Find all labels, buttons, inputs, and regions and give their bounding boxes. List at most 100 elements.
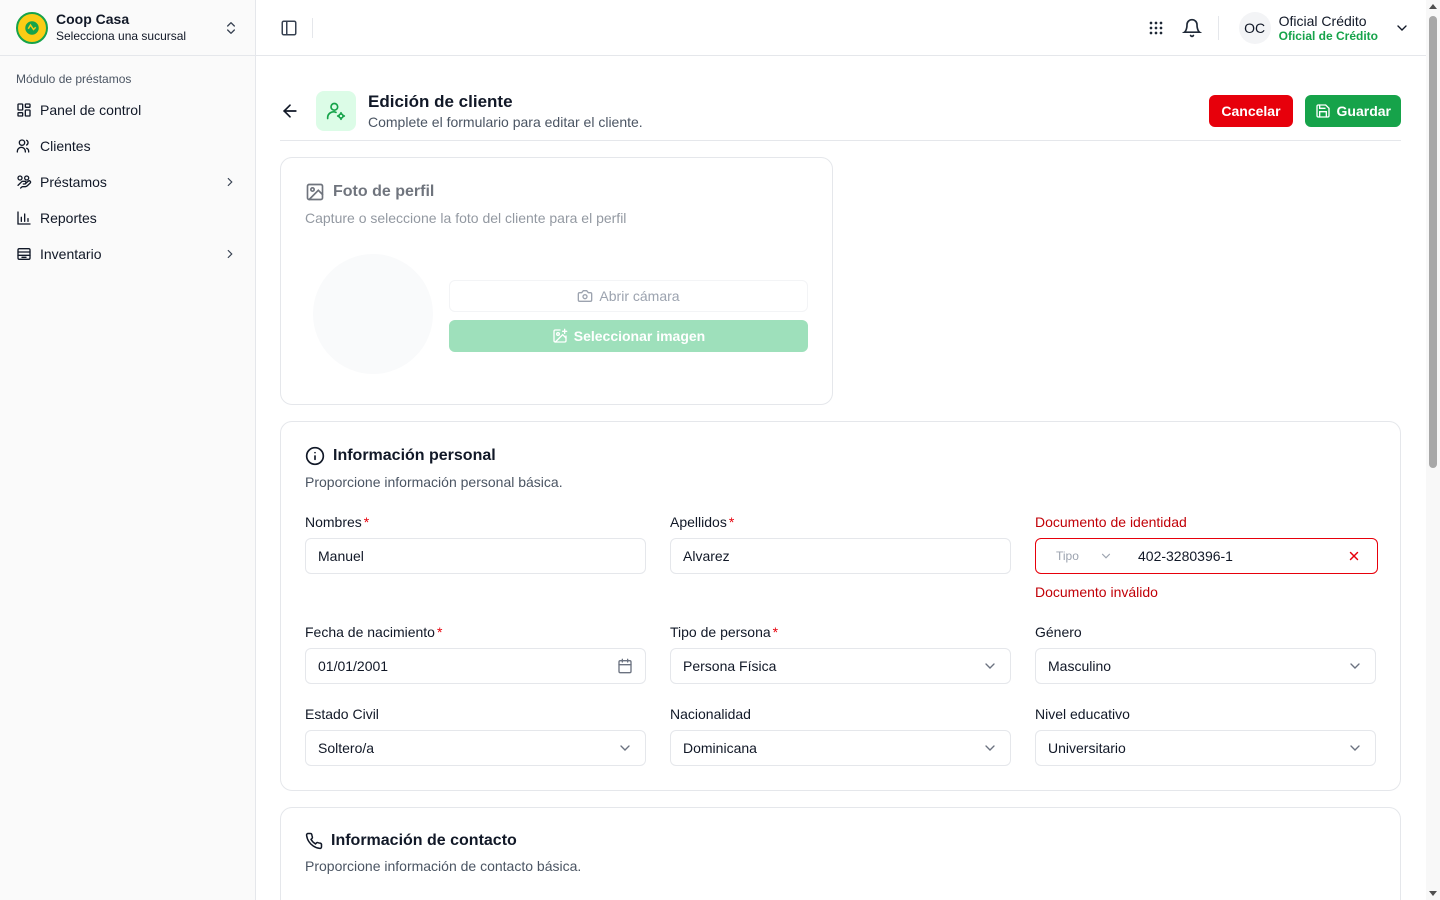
documento-field: Documento de identidad Tipo 402-3280396-… [1035,514,1378,600]
nivel-educativo-field: Nivel educativo Universitario [1035,706,1376,766]
camera-icon [577,288,593,304]
nombres-label-text: Nombres [305,514,362,530]
tipo-persona-label: Tipo de persona * [670,624,1011,642]
nacionalidad-select[interactable]: Dominicana [670,730,1011,766]
personal-title-text: Información personal [333,447,496,464]
user-avatar[interactable]: OC [1238,11,1271,44]
save-icon [1315,103,1331,119]
documento-label: Documento de identidad [1035,514,1187,530]
tipo-persona-value: Persona Física [683,658,777,674]
estado-civil-field: Estado Civil Soltero/a [305,706,646,766]
nombres-label: Nombres * [305,514,646,532]
nivel-educativo-label: Nivel educativo [1035,706,1130,722]
estado-civil-label: Estado Civil [305,706,379,722]
documento-value: 402-3280396-1 [1138,548,1233,564]
scroll-up-arrow[interactable] [1429,4,1437,9]
contact-card-subtitle: Proporcione información de contacto bási… [305,858,582,874]
contact-info-card: Información de contacto Proporcione info… [280,807,1401,900]
grid-icon[interactable] [1146,18,1166,38]
calendar-icon[interactable] [617,658,633,674]
chevron-down-icon [617,740,633,756]
photo-card-title: Foto de perfil [305,182,808,202]
sidebar-item-clientes[interactable]: Clientes [0,128,255,164]
info-icon [305,446,325,466]
main-content: Edición de cliente Complete el formulari… [256,56,1426,900]
sidebar-item-label: Clientes [40,138,91,154]
sidebar-toggle-icon[interactable] [280,19,298,37]
apellidos-input[interactable]: Alvarez [670,538,1011,574]
personal-card-subtitle: Proporcione información personal básica. [305,474,563,490]
divider [1217,15,1219,40]
apellidos-label-text: Apellidos [670,514,727,530]
genero-label: Género [1035,624,1082,640]
tipo-persona-label-text: Tipo de persona [670,624,771,640]
required-mark: * [728,514,735,530]
apellidos-label: Apellidos * [670,514,1011,532]
brand-title: Coop Casa [56,11,130,27]
sidebar-item-panel-de-control[interactable]: Panel de control [0,92,255,128]
nivel-educativo-select[interactable]: Universitario [1035,730,1376,766]
sidebar-item-label: Panel de control [40,102,142,118]
genero-field: Género Masculino [1035,624,1376,684]
user-info[interactable]: Oficial Crédito Oficial de Crédito [1279,13,1378,43]
arrow-left-icon[interactable] [280,101,300,121]
page-scrollbar[interactable] [1426,0,1440,900]
tipo-persona-select[interactable]: Persona Física [670,648,1011,684]
handcoins-icon [16,174,32,190]
documento-input[interactable]: Tipo 402-3280396-1 [1035,538,1378,574]
close-icon[interactable] [1347,549,1361,563]
open-camera-label: Abrir cámara [599,288,680,304]
fecha-label: Fecha de nacimiento * [305,624,646,642]
save-button-label: Guardar [1336,103,1391,119]
required-mark: * [363,514,370,530]
apellidos-field: Apellidos * Alvarez [670,514,1011,574]
contact-title-text: Información de contacto [331,832,517,849]
nombres-field: Nombres * Manuel [305,514,646,574]
nav-group-label: Módulo de préstamos [16,72,132,86]
chevron-down-icon [982,658,998,674]
genero-select[interactable]: Masculino [1035,648,1376,684]
chevron-down-icon [982,740,998,756]
sidebar-item-reportes[interactable]: Reportes [0,200,255,236]
fecha-nacimiento-field: Fecha de nacimiento * 01/01/2001 [305,624,646,684]
fecha-label-text: Fecha de nacimiento [305,624,435,640]
estado-civil-select[interactable]: Soltero/a [305,730,646,766]
chevron-right-icon [223,175,237,189]
page-header: Edición de cliente Complete el formulari… [280,56,1401,141]
contact-card-title: Información de contacto [305,832,1376,850]
branch-switcher[interactable]: Coop Casa Selecciona una sucursal [0,0,255,56]
nacionalidad-value: Dominicana [683,740,757,756]
sidebar-item-inventario[interactable]: Inventario [0,236,255,272]
scroll-down-arrow[interactable] [1429,891,1437,896]
cancel-button[interactable]: Cancelar [1209,95,1293,127]
user-name: Oficial Crédito [1278,12,1367,29]
genero-value: Masculino [1048,658,1112,674]
select-image-label: Seleccionar imagen [573,328,706,344]
profile-photo-card: Foto de perfil Capture o seleccione la f… [280,157,833,405]
save-button[interactable]: Guardar [1304,95,1401,127]
chevron-down-icon [1099,549,1113,563]
nacionalidad-field: Nacionalidad Dominicana [670,706,1011,766]
required-mark: * [772,624,779,640]
chevrons-up-down-icon[interactable] [223,20,239,36]
sidebar-item-label: Reportes [40,210,97,226]
scroll-thumb[interactable] [1429,16,1437,468]
document-type-select[interactable]: Tipo [1036,549,1124,563]
sidebar-item-prestamos[interactable]: Préstamos [0,164,255,200]
image-plus-icon [552,328,568,344]
divider [312,17,313,38]
select-image-button[interactable]: Seleccionar imagen [449,320,808,352]
fecha-nacimiento-input[interactable]: 01/01/2001 [305,648,646,684]
user-role: Oficial de Crédito [1278,28,1378,43]
brand-text: Coop Casa Selecciona una sucursal [56,11,223,44]
nacionalidad-label: Nacionalidad [670,706,751,722]
nombres-input[interactable]: Manuel [305,538,646,574]
header-text: Edición de cliente Complete el formulari… [368,92,1209,130]
bar-chart-icon [16,210,32,226]
required-mark: * [436,624,443,640]
open-camera-button[interactable]: Abrir cámara [449,280,808,312]
user-cog-icon [316,91,356,131]
bell-icon[interactable] [1181,18,1202,38]
topbar: OC Oficial Crédito Oficial de Crédito [256,0,1426,56]
chevron-down-icon[interactable] [1394,20,1410,36]
